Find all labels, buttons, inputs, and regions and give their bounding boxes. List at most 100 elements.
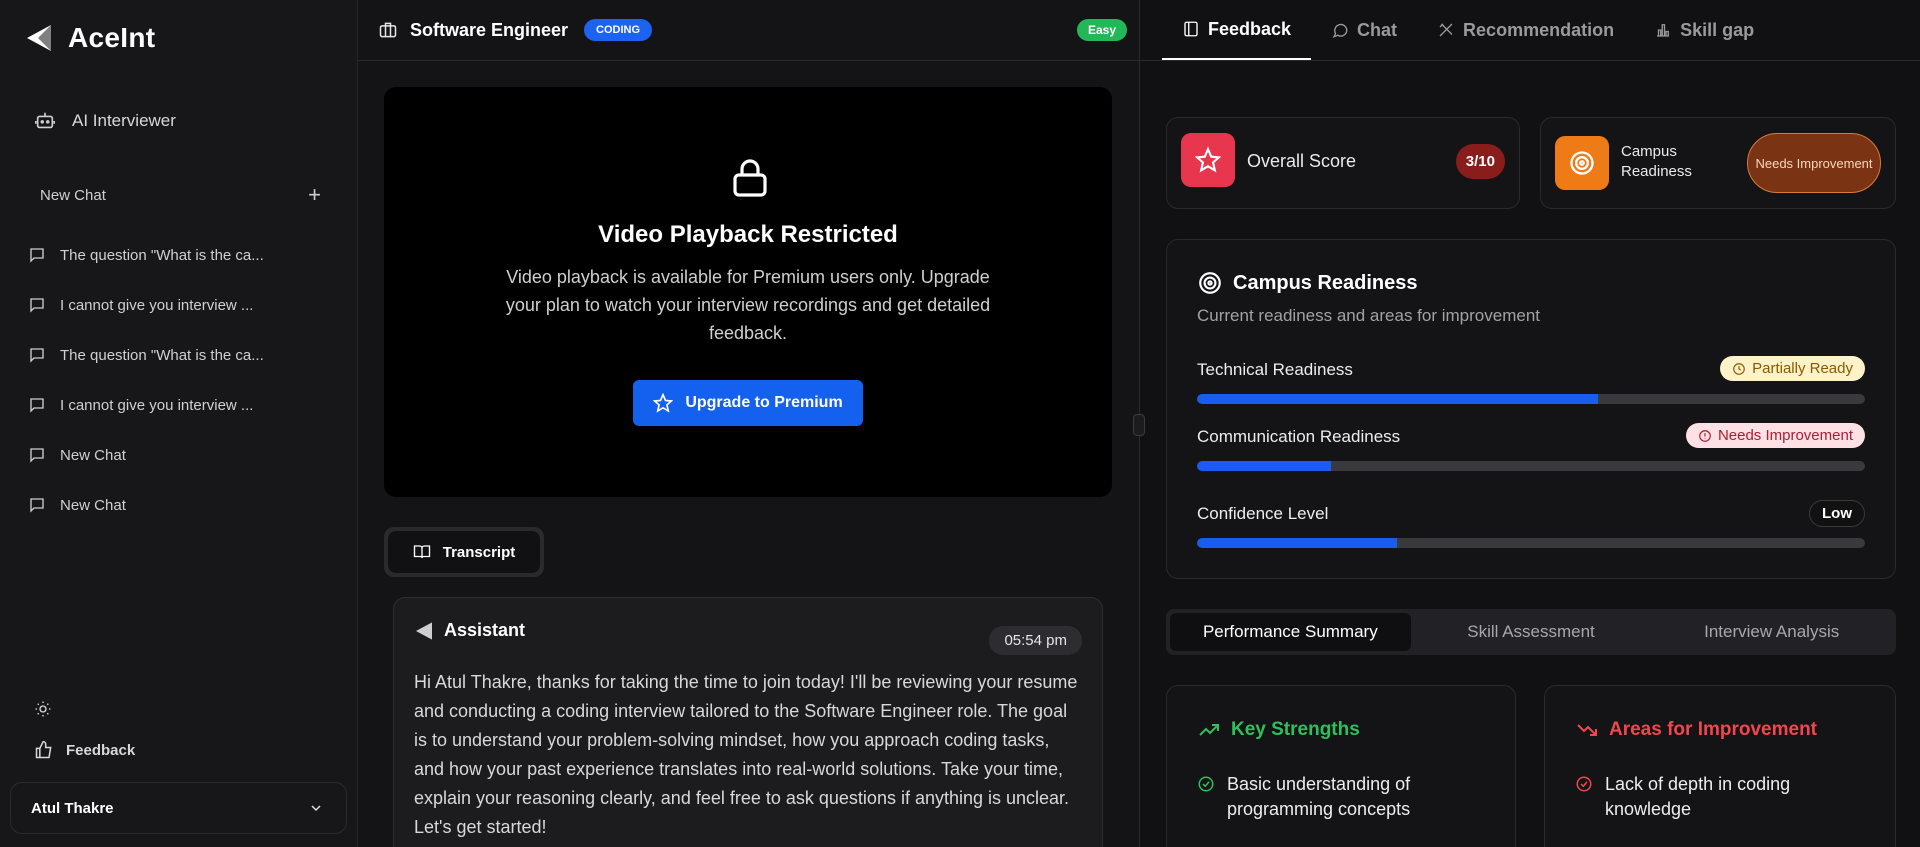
progress-bar [1197,538,1865,548]
improvement-item: Lack of depth in coding knowledge [1575,772,1865,822]
star-icon [653,393,674,413]
message-icon [30,448,44,463]
chat-history-item[interactable]: The question "What is the ca... [28,330,328,380]
video-player: Video Playback Restricted Video playback… [384,87,1112,497]
chat-history-title: New Chat [60,446,126,464]
strength-item: Basic understanding of programming conce… [1197,772,1487,822]
improvement-text: Lack of depth in coding knowledge [1605,774,1791,819]
feedback-tabs: Feedback Chat Recommendation Skill gap [1140,0,1920,61]
brand-name: AceInt [68,22,156,53]
lock-icon [733,159,767,197]
thumbs-up-icon [35,740,52,759]
subtab-performance-summary[interactable]: Performance Summary [1170,613,1411,651]
tab-label: Chat [1357,19,1398,40]
ai-interviewer-link[interactable]: AI Interviewer [34,110,176,132]
alert-circle-icon [1699,429,1711,442]
campus-subtitle: Current readiness and areas for improvem… [1197,306,1540,325]
plus-icon[interactable]: + [308,184,321,206]
interview-type-badge: CODING [584,19,653,41]
difficulty-badge: Easy [1076,19,1127,41]
message-text: Hi Atul Thakre, thanks for taking the ti… [414,672,1078,837]
chat-history-item[interactable]: New Chat [28,430,328,480]
message-icon [30,298,44,313]
subtab-skill-assessment[interactable]: Skill Assessment [1411,613,1652,651]
chat-bubble-icon [1332,23,1348,38]
video-restricted-heading: Video Playback Restricted [598,221,898,248]
transcript-label: Transcript [442,543,516,561]
tab-label: Skill gap [1680,19,1755,40]
campus-title: Campus Readiness [1233,271,1418,294]
feedback-link[interactable]: Feedback [34,740,135,760]
tab-chat[interactable]: Chat [1311,0,1417,60]
chat-history-list: The question "What is the ca... I cannot… [28,230,328,530]
tools-icon [1439,23,1453,37]
metric-confidence: Confidence Level Low [1197,500,1865,548]
subtab-interview-analysis[interactable]: Interview Analysis [1651,613,1892,651]
brand-logo[interactable]: AceInt [24,22,155,54]
transcript-tab[interactable]: Transcript [384,527,544,577]
tab-skill-gap[interactable]: Skill gap [1634,0,1774,60]
tab-label: Feedback [1208,18,1292,39]
status-text: Needs Improvement [1717,427,1853,444]
chat-history-item[interactable]: The question "What is the ca... [28,230,328,280]
key-strengths-card: Key Strengths Basic understanding of pro… [1166,685,1516,847]
user-menu[interactable]: Atul Thakre [10,782,347,834]
strengths-title: Key Strengths [1231,719,1360,740]
overall-score-card: Overall Score 3/10 [1166,117,1520,209]
check-circle-icon [1198,776,1214,792]
new-chat-row[interactable]: New Chat + [40,184,321,206]
interview-header: Software Engineer CODING Easy [358,0,1139,61]
progress-bar [1197,461,1865,471]
overall-score-value: 3/10 [1455,144,1505,179]
briefcase-icon [379,22,397,38]
message-icon [30,348,44,363]
check-circle-icon [1576,776,1592,792]
campus-readiness-details: Campus Readiness Current readiness and a… [1166,239,1896,579]
chevron-down-icon [311,805,321,812]
message-icon [30,498,44,513]
chat-history-title: I cannot give you interview ... [60,296,254,314]
overall-score-label: Overall Score [1247,151,1357,171]
trending-down-icon [1577,724,1597,736]
chat-history-title: I cannot give you interview ... [60,396,254,414]
logo-icon [27,25,51,51]
target-icon [1199,272,1221,294]
new-chat-label: New Chat [40,186,106,204]
campus-readiness-card: Campus Readiness Needs Improvement [1540,117,1896,209]
sidebar: AceInt AI Interviewer New Chat + The que… [0,0,358,847]
feedback-label: Feedback [66,741,136,759]
upgrade-label: Upgrade to Premium [685,394,843,411]
chat-history-item[interactable]: I cannot give you interview ... [28,380,328,430]
message-icon [30,398,44,413]
chat-history-item[interactable]: New Chat [28,480,328,530]
panel-resize-handle[interactable] [1133,414,1145,436]
clock-icon [1733,362,1745,375]
status-badge: Needs Improvement [1685,423,1865,448]
status-text: Partially Ready [1752,360,1853,377]
book-icon [413,545,430,559]
progress-fill [1197,538,1398,548]
metric-label: Technical Readiness [1197,360,1353,379]
chat-history-title: The question "What is the ca... [60,346,264,364]
chat-history-item[interactable]: I cannot give you interview ... [28,280,328,330]
tab-recommendation[interactable]: Recommendation [1417,0,1634,60]
theme-toggle[interactable] [34,700,52,723]
message-role: Assistant [444,620,526,640]
metric-label: Communication Readiness [1197,427,1401,446]
metric-label: Confidence Level [1197,504,1329,523]
robot-icon [35,112,55,129]
star-icon [1181,133,1235,187]
interview-panel: Software Engineer CODING Easy Video Play… [358,0,1140,847]
improvements-title: Areas for Improvement [1609,719,1818,740]
video-restricted-message: Video playback is available for Premium … [505,267,991,343]
ai-interviewer-label: AI Interviewer [72,111,176,130]
status-badge: Low [1809,500,1865,527]
upgrade-button[interactable]: Upgrade to Premium [633,380,863,426]
chat-history-title: New Chat [60,496,126,514]
tab-feedback[interactable]: Feedback [1162,0,1312,60]
assistant-logo-icon [416,621,432,640]
progress-bar [1197,394,1865,404]
transcript-message: Assistant 05:54 pm Hi Atul Thakre, thank… [393,597,1103,847]
message-icon [30,248,44,263]
status-badge: Partially Ready [1720,356,1865,381]
